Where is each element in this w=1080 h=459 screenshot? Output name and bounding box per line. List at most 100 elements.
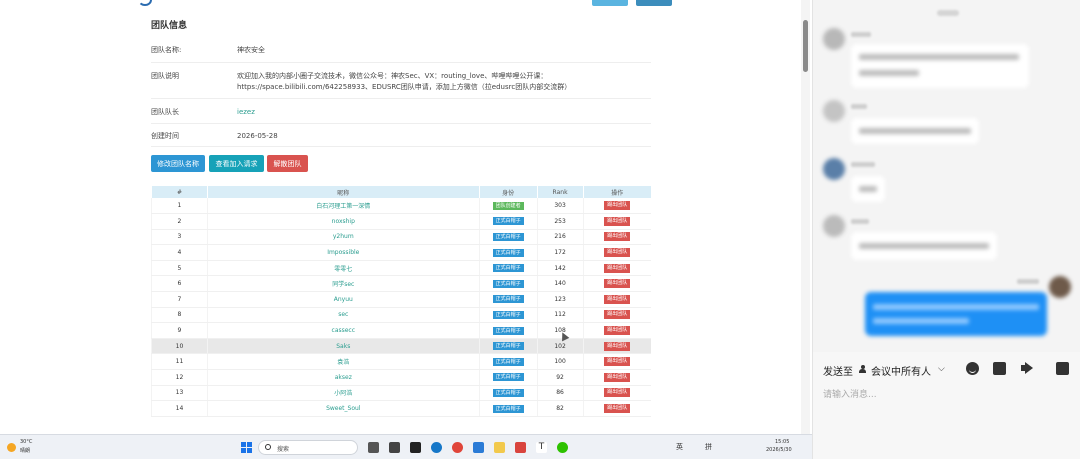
windows-start-icon[interactable]: [241, 442, 252, 453]
member-nickname-link[interactable]: sec: [206, 307, 480, 324]
member-nickname-link[interactable]: 同学sec: [206, 275, 480, 293]
kick-member-button[interactable]: 踢出团队: [604, 279, 631, 289]
chat-message-list[interactable]: [813, 0, 1080, 352]
member-nickname-link[interactable]: noxship: [206, 213, 480, 230]
avatar[interactable]: [823, 28, 845, 50]
dissolve-team-button[interactable]: 解散团队: [267, 155, 308, 172]
my-chat-message-bubble: [865, 292, 1047, 336]
member-nickname-link[interactable]: Saks: [206, 338, 480, 355]
taskbar-app-icon[interactable]: [368, 442, 379, 453]
kick-member-button[interactable]: 踢出团队: [604, 388, 631, 398]
emoji-icon[interactable]: [966, 362, 979, 375]
identity-badge: 正式白帽子: [492, 373, 524, 382]
actions-cell: 踢出团队: [582, 291, 651, 308]
created-time-label: 创建时间: [151, 132, 179, 140]
rename-team-button[interactable]: 修改团队名称: [151, 155, 205, 172]
chrome-browser-icon[interactable]: [452, 442, 463, 453]
member-nickname-link[interactable]: Anyuu: [206, 291, 480, 308]
row-number: 10: [151, 338, 208, 355]
row-number: 13: [151, 385, 208, 402]
taskbar-search-box[interactable]: 搜索: [258, 440, 358, 455]
identity-cell: 正式白帽子: [478, 353, 538, 371]
nav-register-button[interactable]: [636, 0, 672, 6]
text-editor-icon[interactable]: T: [536, 442, 547, 453]
identity-badge: 正式白帽子: [492, 357, 524, 366]
avatar[interactable]: [823, 215, 845, 237]
actions-cell: 踢出团队: [582, 213, 651, 230]
page-scrollbar-thumb[interactable]: [803, 20, 808, 72]
team-leader-link[interactable]: iezez: [237, 107, 657, 118]
chat-message-bubble: [851, 118, 979, 144]
member-nickname-link[interactable]: 袁浩: [206, 353, 480, 371]
member-nickname-link[interactable]: y2hum: [206, 229, 480, 246]
chat-message-bubble: [851, 44, 1029, 88]
avatar[interactable]: [823, 158, 845, 180]
kick-member-button[interactable]: 踢出团队: [604, 201, 631, 211]
identity-badge: 正式白帽子: [492, 326, 524, 335]
meeting-chat-icon[interactable]: [1056, 362, 1069, 375]
kick-member-button[interactable]: 踢出团队: [604, 341, 631, 351]
rank-value: 100: [536, 353, 584, 371]
identity-cell: 正式白帽子: [478, 400, 538, 417]
edge-browser-icon[interactable]: [431, 442, 442, 453]
clock-date[interactable]: 2026/5/30: [766, 447, 792, 453]
site-logo[interactable]: [138, 0, 152, 6]
kick-member-button[interactable]: 踢出团队: [604, 248, 631, 258]
kick-member-button[interactable]: 踢出团队: [604, 310, 631, 320]
kick-member-button[interactable]: 踢出团队: [604, 232, 631, 242]
view-join-requests-button[interactable]: 查看加入请求: [209, 155, 264, 172]
actions-cell: 踢出团队: [582, 400, 651, 417]
wechat-icon[interactable]: [557, 442, 568, 453]
kick-member-button[interactable]: 踢出团队: [604, 294, 631, 304]
member-nickname-link[interactable]: 小阿浩: [206, 385, 480, 402]
taskbar-app-icon[interactable]: [410, 442, 421, 453]
file-icon[interactable]: [993, 362, 1006, 375]
megaphone-icon[interactable]: [1021, 362, 1034, 375]
divider: [151, 123, 651, 124]
member-nickname-link[interactable]: Sweet_Soul: [206, 400, 480, 417]
wps-office-icon[interactable]: [515, 442, 526, 453]
sender-name: [851, 162, 875, 167]
kick-member-button[interactable]: 踢出团队: [604, 357, 631, 367]
send-target-selector[interactable]: 会议中所有人: [871, 363, 931, 378]
taskbar: 30°C 晴朗 搜索 T 英 拼 15:05 2026/5/30: [0, 434, 812, 459]
kick-member-button[interactable]: 踢出团队: [604, 372, 631, 382]
tray-ime[interactable]: 拼: [705, 442, 712, 452]
sender-name: [1017, 279, 1039, 284]
member-nickname-link[interactable]: Impossible: [206, 244, 480, 261]
kick-member-button[interactable]: 踢出团队: [604, 326, 631, 336]
avatar[interactable]: [1049, 276, 1071, 298]
chat-message-bubble: [851, 232, 997, 260]
weather-sun-icon[interactable]: [7, 443, 16, 452]
row-number: 14: [151, 400, 208, 417]
row-number: 5: [151, 260, 208, 277]
taskbar-app-icon[interactable]: [389, 442, 400, 453]
table-row: 3 y2hum 正式白帽子 216 踢出团队: [151, 229, 651, 246]
table-row: 5 零零七 正式白帽子 142 踢出团队: [151, 260, 651, 277]
table-row: 1 白石河理工第一深情 团队创建者 303 踢出团队: [151, 198, 651, 215]
chevron-down-icon[interactable]: ⌵: [938, 364, 945, 374]
rank-value: 82: [536, 400, 584, 417]
member-nickname-link[interactable]: cassecc: [206, 322, 480, 339]
row-number: 2: [151, 213, 208, 230]
file-explorer-icon[interactable]: [494, 442, 505, 453]
tray-lang[interactable]: 英: [676, 442, 683, 452]
kick-member-button[interactable]: 踢出团队: [604, 404, 631, 414]
table-row: 11 袁浩 正式白帽子 100 踢出团队: [151, 353, 651, 371]
clock-time[interactable]: 15:05: [775, 439, 789, 445]
nav-login-button[interactable]: [592, 0, 628, 6]
kick-member-button[interactable]: 踢出团队: [604, 263, 631, 273]
avatar[interactable]: [823, 100, 845, 122]
table-row: 2 noxship 正式白帽子 253 踢出团队: [151, 213, 651, 230]
kick-member-button[interactable]: 踢出团队: [604, 216, 631, 226]
chat-message-input[interactable]: 请输入消息...: [823, 387, 877, 400]
member-nickname-link[interactable]: aksez: [206, 369, 480, 386]
member-nickname-link[interactable]: 白石河理工第一深情: [206, 198, 480, 215]
rank-value: 140: [536, 275, 584, 293]
identity-badge: 正式白帽子: [492, 342, 524, 351]
identity-badge: 正式白帽子: [492, 232, 524, 241]
member-nickname-link[interactable]: 零零七: [206, 260, 480, 277]
taskbar-app-icon[interactable]: [473, 442, 484, 453]
rank-value: 303: [536, 198, 584, 215]
actions-cell: 踢出团队: [582, 338, 651, 355]
